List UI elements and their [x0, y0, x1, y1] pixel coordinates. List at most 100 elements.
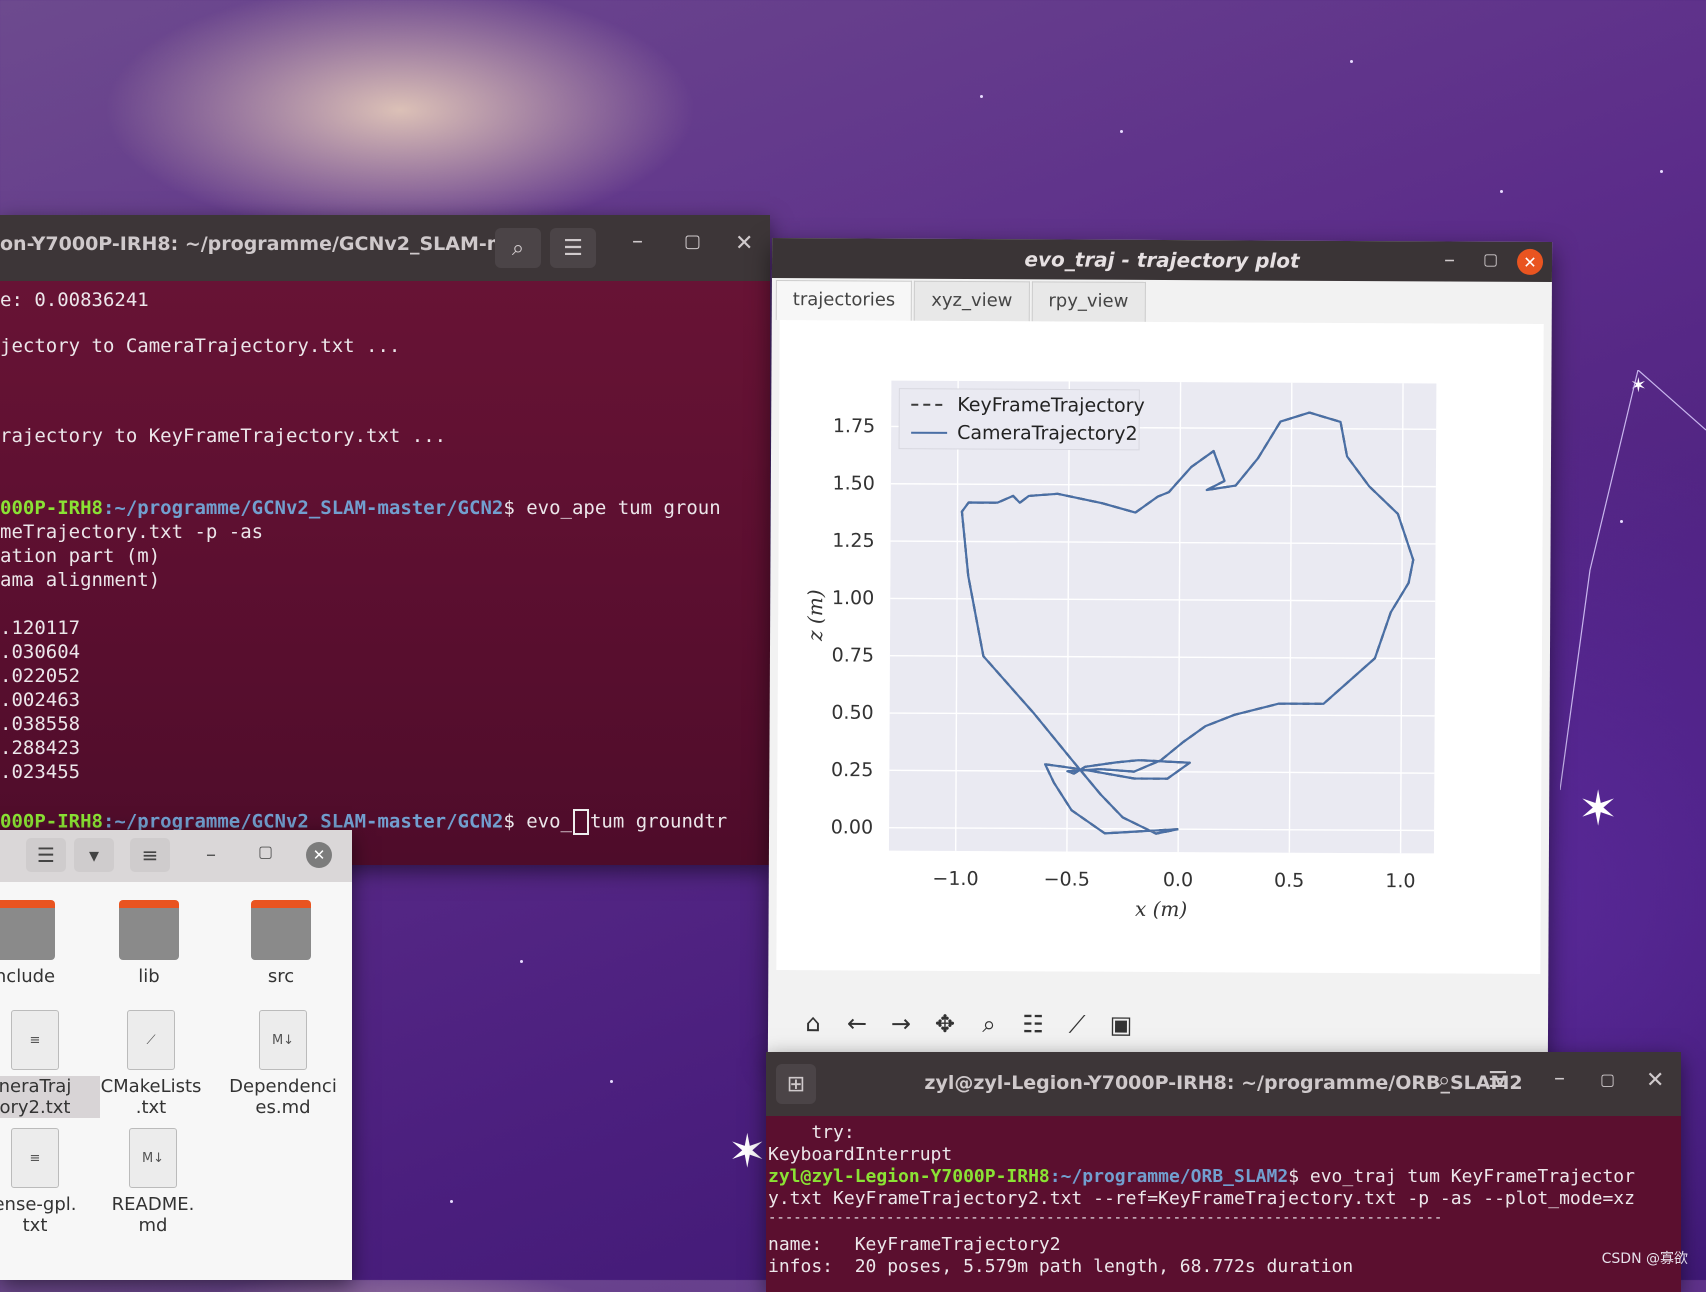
close-button[interactable]: ✕: [1646, 1068, 1664, 1093]
file-manager-titlebar[interactable]: ☰ ▾ ≡ – ▢ ✕: [0, 830, 352, 882]
maximize-button[interactable]: ▢: [1483, 250, 1498, 269]
x-tick-label: 0.0: [1163, 869, 1193, 891]
star-dot: [450, 1200, 453, 1203]
maximize-button[interactable]: ▢: [258, 842, 273, 861]
minimize-button[interactable]: –: [1554, 1066, 1565, 1091]
cmake-file-icon: ⟋: [127, 1010, 175, 1070]
y-tick-label: 1.25: [832, 530, 874, 552]
search-button[interactable]: ⌕: [495, 228, 541, 268]
prompt-command: tum groundtr: [590, 811, 727, 833]
file-item-license[interactable]: ≡ ense-gpl. txt: [0, 1128, 100, 1236]
chevron-down-icon: ▾: [89, 843, 99, 867]
prompt-path: :~/programme/ORB_SLAM2: [1050, 1166, 1288, 1187]
edit-axis-icon: ⟋: [1069, 1011, 1086, 1039]
terminal-line: .030604: [0, 641, 80, 663]
maximize-button[interactable]: ▢: [1600, 1070, 1615, 1089]
configure-button[interactable]: ☷: [1018, 1009, 1048, 1039]
plot-canvas[interactable]: −1.0−0.50.00.51.00.000.250.500.751.001.2…: [776, 320, 1543, 974]
star-dot: [1500, 190, 1503, 193]
terminal-window-gcnv2[interactable]: on-Y7000P-IRH8: ~/programme/GCNv2_SLAM-m…: [0, 215, 770, 865]
save-button[interactable]: ▣: [1106, 1010, 1136, 1040]
close-button[interactable]: ✕: [306, 842, 332, 868]
plot-area: [889, 381, 1436, 854]
prompt-user: zyl@zyl-Legion-Y7000P-IRH8: [768, 1166, 1050, 1187]
pan-button[interactable]: ✥: [930, 1009, 960, 1039]
file-item-include[interactable]: nclude: [0, 900, 90, 987]
trajectory-plot-window[interactable]: evo_traj - trajectory plot – ▢ ✕ traject…: [768, 238, 1552, 1062]
y-tick-label: 1.00: [832, 587, 874, 609]
view-options-button[interactable]: ▾: [74, 838, 114, 872]
plot-tabs: trajectories xyz_view rpy_view: [776, 280, 1148, 322]
forward-button[interactable]: →: [886, 1009, 916, 1039]
terminal-line: .002463: [0, 689, 80, 711]
file-label: neraTraj ory2.txt: [0, 1076, 100, 1118]
legend-label: KeyFrameTrajectory: [957, 394, 1145, 417]
csdn-watermark: CSDN @寡欲: [1602, 1248, 1688, 1268]
menu-button[interactable]: ☰: [550, 228, 596, 268]
x-axis-label: x (m): [1135, 897, 1187, 921]
star-dot: [1660, 170, 1663, 173]
list-view-button[interactable]: ☰: [26, 838, 66, 872]
minimize-button[interactable]: –: [632, 229, 643, 254]
forward-icon: →: [891, 1010, 911, 1038]
list-view-icon: ☰: [37, 843, 55, 867]
terminal-output[interactable]: e: 0.00836241 jectory to CameraTrajector…: [0, 281, 770, 865]
terminal-window-orbslam2[interactable]: ⊞ zyl@zyl-Legion-Y7000P-IRH8: ~/programm…: [766, 1052, 1681, 1292]
terminal-line: try:: [768, 1122, 855, 1143]
terminal-line: jectory to CameraTrajectory.txt ...: [0, 335, 400, 357]
x-tick-label: 0.5: [1274, 870, 1304, 892]
prompt-command: $ evo_ape tum groun: [503, 497, 720, 519]
close-button[interactable]: ✕: [735, 231, 753, 256]
prompt-path: :~/programme/GCNv2_SLAM-master/GCN2: [103, 497, 503, 519]
edit-axis-button[interactable]: ⟋: [1062, 1009, 1092, 1039]
file-label: ense-gpl. txt: [0, 1194, 100, 1236]
y-tick-label: 0.00: [831, 816, 873, 838]
minimize-button[interactable]: –: [206, 842, 216, 866]
prompt-command: $ evo_: [503, 811, 572, 833]
star-dot: [610, 1080, 613, 1083]
star-dot: [520, 960, 523, 963]
plot-titlebar[interactable]: evo_traj - trajectory plot – ▢ ✕: [772, 238, 1552, 282]
file-item-src[interactable]: src: [216, 900, 346, 987]
terminal-prompt-line: zyl@zyl-Legion-Y7000P-IRH8:~/programme/O…: [768, 1166, 1635, 1187]
trajectory-chart[interactable]: −1.0−0.50.00.51.00.000.250.500.751.001.2…: [776, 320, 1543, 974]
terminal-line: .022052: [0, 665, 80, 687]
text-file-icon: ≡: [11, 1128, 59, 1188]
home-button[interactable]: ⌂: [798, 1008, 828, 1038]
tab-trajectories[interactable]: trajectories: [776, 280, 913, 321]
markdown-file-icon: M↓: [129, 1128, 177, 1188]
terminal-titlebar[interactable]: ⊞ zyl@zyl-Legion-Y7000P-IRH8: ~/programm…: [766, 1052, 1681, 1116]
terminal-line: y.txt KeyFrameTrajectory2.txt --ref=KeyF…: [768, 1188, 1635, 1209]
close-button[interactable]: ✕: [1517, 249, 1543, 275]
maximize-button[interactable]: ▢: [684, 231, 701, 252]
file-manager-window[interactable]: ☰ ▾ ≡ – ▢ ✕ nclude lib src ≡ neraTraj or…: [0, 830, 352, 1280]
y-axis-label: z (m): [803, 589, 827, 642]
tab-xyz-view[interactable]: xyz_view: [914, 281, 1029, 322]
file-item-dependencies[interactable]: M↓ Dependenci es.md: [218, 1010, 348, 1118]
file-item-readme[interactable]: M↓ README. md: [88, 1128, 218, 1236]
y-tick-label: 0.50: [831, 702, 873, 724]
y-tick-label: 1.75: [833, 415, 875, 437]
minimize-button[interactable]: –: [1444, 247, 1455, 272]
terminal-line: ----------------------------------------…: [768, 1210, 1442, 1226]
zoom-button[interactable]: ⌕: [974, 1009, 1004, 1039]
file-item-cmakelists[interactable]: ⟋ CMakeLists .txt: [86, 1010, 216, 1118]
folder-icon: [251, 900, 311, 960]
back-icon: ←: [847, 1009, 867, 1037]
tab-rpy-view[interactable]: rpy_view: [1031, 281, 1145, 322]
folder-icon: [0, 900, 55, 960]
terminal-output[interactable]: try: KeyboardInterrupt zyl@zyl-Legion-Y7…: [766, 1116, 1681, 1292]
menu-button[interactable]: ≡: [130, 838, 170, 872]
y-tick-label: 1.50: [832, 472, 874, 494]
hamburger-menu-icon: ☰: [563, 236, 583, 261]
back-button[interactable]: ←: [842, 1008, 872, 1038]
file-item-cameratrajectory2[interactable]: ≡ neraTraj ory2.txt: [0, 1010, 100, 1118]
terminal-line: .288423: [0, 737, 80, 759]
search-button[interactable]: ⌕: [1438, 1068, 1450, 1093]
text-cursor: [573, 809, 589, 835]
text-file-icon: ≡: [11, 1010, 59, 1070]
terminal-titlebar[interactable]: on-Y7000P-IRH8: ~/programme/GCNv2_SLAM-m…: [0, 215, 770, 281]
menu-button[interactable]: ☰: [1488, 1068, 1508, 1093]
star-dot: [1120, 130, 1123, 133]
file-item-lib[interactable]: lib: [84, 900, 214, 987]
